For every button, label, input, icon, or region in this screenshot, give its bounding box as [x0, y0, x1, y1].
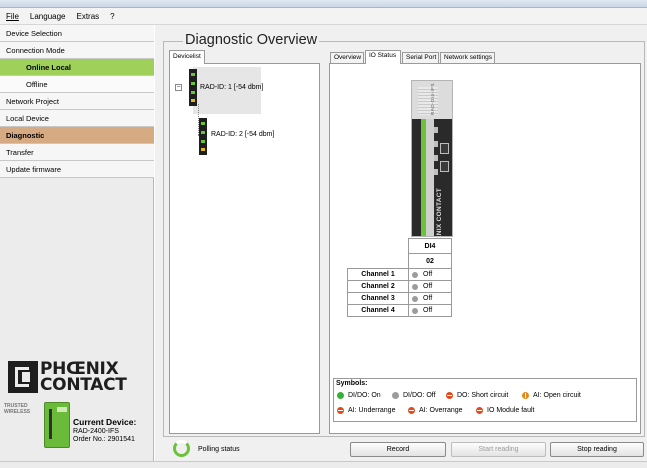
- legend-io-module-fault: IO Module fault: [476, 407, 534, 414]
- legend-short-circuit: DO: Short circuit: [446, 392, 508, 399]
- tab-io-status[interactable]: IO Status: [365, 50, 401, 64]
- polling-status-icon: [173, 440, 190, 457]
- symbols-title: Symbols:: [336, 380, 368, 387]
- amber-warning-icon: [522, 392, 529, 399]
- window-title-bar: [0, 0, 647, 8]
- gray-dot-icon: [392, 392, 399, 399]
- current-device-model: RAD-2400-IFS: [73, 428, 119, 435]
- red-error-icon: [408, 407, 415, 414]
- legend-label: AI: Underrange: [348, 407, 396, 414]
- legend-open-circuit: AI: Open circuit: [522, 392, 581, 399]
- device-node-icon: [199, 118, 207, 155]
- device-image: [44, 402, 70, 448]
- tree-node-rad-1[interactable]: RAD-ID: 1 [-54 dbm]: [200, 84, 263, 91]
- legend-label: AI: Overrange: [419, 407, 463, 414]
- channel-4-state: Off: [408, 304, 452, 317]
- green-dot-icon: [337, 392, 344, 399]
- start-reading-button[interactable]: Start reading: [451, 442, 546, 457]
- io-module-slot: 02: [408, 253, 452, 269]
- polling-status-label: Polling status: [198, 446, 240, 453]
- symbols-legend: [333, 378, 637, 422]
- red-error-icon: [476, 407, 483, 414]
- channel-2-state-text: Off: [423, 283, 433, 290]
- menu-bar: File Language Extras ?: [0, 8, 647, 25]
- phoenix-contact-logo: PHŒNIX CONTACT: [8, 360, 152, 394]
- status-bar: [0, 461, 647, 468]
- legend-label: DI/DO: Off: [403, 392, 436, 399]
- legend-label: DO: Short circuit: [457, 392, 509, 399]
- sidebar-item-device-selection[interactable]: Device Selection: [0, 25, 154, 42]
- sidebar-item-network-project[interactable]: Network Project: [0, 93, 154, 110]
- current-device-title: Current Device:: [73, 417, 137, 427]
- module-model-text: RAD-DI4-IFS: [430, 83, 435, 116]
- page-title: Diagnostic Overview: [183, 32, 320, 48]
- io-module-name: DI4: [408, 238, 452, 254]
- current-device-order: Order No.: 2901541: [73, 436, 135, 443]
- menu-help[interactable]: ?: [110, 12, 114, 21]
- sidebar-item-online-local[interactable]: Online Local: [0, 59, 154, 76]
- menu-file[interactable]: File: [6, 12, 19, 21]
- sidebar-item-local-device[interactable]: Local Device: [0, 110, 154, 127]
- sidebar-item-offline[interactable]: Offline: [0, 76, 154, 93]
- menu-extras[interactable]: Extras: [76, 12, 99, 21]
- legend-di-do-on: DI/DO: On: [337, 392, 381, 399]
- gray-dot-icon: [412, 271, 418, 278]
- channel-3-state-text: Off: [423, 295, 433, 302]
- trusted-wireless-logo: TRUSTED WIRELESS: [4, 403, 31, 415]
- sidebar-item-transfer[interactable]: Transfer: [0, 144, 154, 161]
- sidebar-item-connection-mode[interactable]: Connection Mode: [0, 42, 154, 59]
- legend-label: IO Module fault: [487, 407, 535, 414]
- devicelist-panel: [169, 63, 320, 434]
- legend-label: DI/DO: On: [348, 392, 381, 399]
- legend-di-do-off: DI/DO: Off: [392, 392, 436, 399]
- gray-dot-icon: [412, 295, 418, 302]
- channel-4-state-text: Off: [423, 307, 433, 314]
- legend-label: AI: Open circuit: [533, 392, 581, 399]
- sidebar-item-diagnostic[interactable]: Diagnostic: [0, 127, 154, 144]
- device-node-icon: [189, 69, 197, 106]
- stop-reading-button[interactable]: Stop reading: [550, 442, 644, 457]
- record-button[interactable]: Record: [350, 442, 446, 457]
- logo-mark-icon: [8, 361, 38, 393]
- legend-overrange: AI: Overrange: [408, 407, 463, 414]
- tab-devicelist[interactable]: Devicelist: [169, 50, 205, 64]
- legend-underrange: AI: Underrange: [337, 407, 395, 414]
- gray-dot-icon: [412, 307, 418, 314]
- channel-4-label: Channel 4: [347, 304, 409, 317]
- red-error-icon: [446, 392, 453, 399]
- tree-collapse-icon[interactable]: −: [175, 84, 182, 91]
- gray-dot-icon: [412, 283, 418, 290]
- tree-node-rad-2[interactable]: RAD-ID: 2 [-54 dbm]: [211, 131, 274, 138]
- sidebar-item-update-firmware[interactable]: Update firmware: [0, 161, 154, 178]
- menu-language[interactable]: Language: [30, 12, 66, 21]
- logo-line-2: CONTACT: [40, 375, 127, 395]
- channel-1-state-text: Off: [423, 271, 433, 278]
- red-error-icon: [337, 407, 344, 414]
